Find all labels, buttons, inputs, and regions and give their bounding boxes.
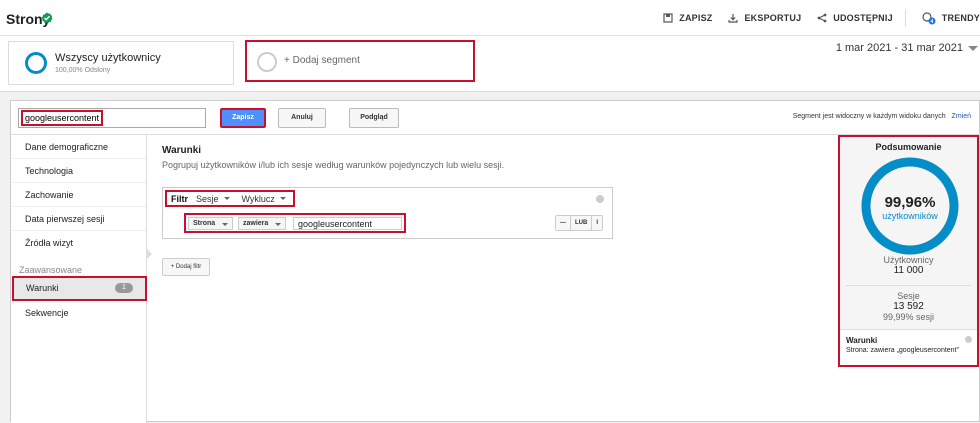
operator-value: zawiera [243, 220, 269, 227]
or-button[interactable]: LUB [571, 216, 593, 230]
summary-condition-desc: Strona: zawiera „googleusercontent” [846, 347, 959, 354]
caret-down-icon [968, 45, 978, 51]
nav-item-conditions-label: Warunki [26, 283, 59, 293]
summary-condition-title: Warunki [846, 336, 878, 345]
segment-editor: googleusercontent Zapisz Anuluj Podgląd … [10, 100, 980, 423]
condition-row: Strona zawiera googleusercontent [184, 213, 406, 233]
share-button[interactable]: UDOSTĘPNIJ [817, 13, 893, 23]
filter-header: Filtr Sesje Wyklucz [165, 190, 295, 207]
sessions-percent: 99,99% sesji [882, 312, 935, 322]
nav-item-conditions[interactable]: Warunki 1 [12, 276, 147, 301]
users-percent-donut: 99,96% użytkowników [860, 156, 960, 256]
segment-name-input[interactable]: googleusercontent [18, 108, 206, 128]
save-report-button[interactable]: ZAPISZ [663, 13, 712, 23]
share-icon [817, 13, 827, 23]
users-percent-label: użytkowników [882, 211, 938, 221]
add-segment-button[interactable]: + Dodaj segment [245, 40, 475, 82]
nav-item-first-session-date[interactable]: Data pierwszej sesji [11, 207, 146, 231]
users-percent-value: 99,96% [884, 194, 936, 211]
nav-item-demographics[interactable]: Dane demograficzne [11, 135, 146, 159]
nav-item-technology[interactable]: Technologia [11, 159, 146, 183]
operator-dropdown[interactable]: zawiera [238, 217, 286, 230]
chevron-down-icon [279, 197, 286, 200]
conditions-count-badge: 1 [115, 283, 133, 293]
top-bar: Strony ZAPISZ EKSPORTUJ UDOSTĘPNIJ 4 TRE… [0, 0, 980, 36]
dimension-dropdown[interactable]: Strona [188, 217, 233, 230]
export-label: EKSPORTUJ [744, 13, 802, 23]
advanced-section-label: Zaawansowane [19, 265, 83, 275]
editor-toolbar: googleusercontent Zapisz Anuluj Podgląd … [11, 101, 979, 135]
filter-label: Filtr [171, 193, 188, 204]
nav-item-traffic-sources[interactable]: Źródła wizyt [11, 231, 146, 255]
sessions-value: 13 592 [893, 301, 924, 312]
summary-divider [846, 285, 971, 286]
export-button[interactable]: EKSPORTUJ [728, 13, 801, 23]
users-label: Użytkownicy [883, 255, 934, 265]
add-segment-label: + Dodaj segment [284, 55, 360, 66]
and-button[interactable]: I [592, 216, 603, 230]
date-range-label: 1 mar 2021 - 31 mar 2021 [835, 42, 963, 54]
empty-segment-ring-icon [257, 52, 277, 72]
conditions-title: Warunki [162, 145, 202, 156]
date-range-picker[interactable]: 1 mar 2021 - 31 mar 2021 [836, 42, 978, 54]
svg-text:4: 4 [930, 19, 933, 25]
summary-panel: Podsumowanie 99,96% użytkowników Użytkow… [838, 135, 979, 367]
condition-operator-buttons: — LUB I [555, 215, 604, 231]
summary-title: Podsumowanie [875, 142, 942, 152]
export-icon [728, 14, 739, 23]
chevron-down-icon [275, 223, 281, 226]
cancel-button[interactable]: Anuluj [278, 108, 326, 128]
nav-item-sequences[interactable]: Sekwencje [11, 301, 146, 325]
segment-subtitle: 100,00% Odsłony [55, 67, 111, 74]
filter-box: Filtr Sesje Wyklucz Strona zawiera googl… [162, 187, 613, 239]
segment-title: Wszyscy użytkownicy [55, 52, 161, 64]
save-segment-button[interactable]: Zapisz [220, 108, 266, 128]
remove-condition-button[interactable]: — [556, 216, 571, 230]
segment-ring-icon [25, 52, 47, 74]
condition-value-input[interactable]: googleusercontent [293, 217, 402, 230]
toolbar-divider [904, 9, 906, 27]
filter-scope-dropdown[interactable]: Sesje [196, 194, 230, 204]
segment-category-nav: Dane demograficzne Technologia Zachowani… [11, 135, 147, 423]
active-pointer-icon [147, 249, 152, 259]
filter-scope-value: Sesje [196, 193, 219, 204]
save-icon [663, 13, 673, 23]
insights-label: TRENDY [941, 13, 980, 23]
change-visibility-link[interactable]: Zmień [952, 113, 971, 120]
insights-button[interactable]: 4 TRENDY [922, 11, 980, 25]
add-filter-button[interactable]: + Dodaj filtr [162, 258, 210, 276]
share-label: UDOSTĘPNIJ [833, 13, 893, 23]
preview-button[interactable]: Podgląd [349, 108, 399, 128]
remove-filter-icon[interactable] [596, 195, 604, 203]
segment-name-value: googleusercontent [21, 110, 104, 126]
insights-icon: 4 [922, 12, 936, 25]
segment-all-users[interactable]: Wszyscy użytkownicy 100,00% Odsłony [8, 41, 234, 85]
filter-mode-dropdown[interactable]: Wyklucz [242, 194, 286, 204]
chevron-down-icon [222, 223, 228, 226]
visibility-text: Segment jest widoczny w każdym widoku da… [792, 113, 946, 120]
dimension-value: Strona [193, 220, 216, 227]
nav-item-behavior[interactable]: Zachowanie [11, 183, 146, 207]
chevron-down-icon [223, 197, 230, 200]
summary-condition: Warunki Strona: zawiera „googleuserconte… [840, 329, 977, 365]
sessions-label: Sesje [897, 291, 920, 301]
users-value: 11 000 [893, 265, 924, 276]
save-report-label: ZAPISZ [679, 13, 713, 23]
filter-mode-value: Wyklucz [241, 193, 275, 204]
verified-check-icon [41, 12, 53, 24]
remove-condition-icon[interactable] [965, 336, 972, 343]
segment-bar: Wszyscy użytkownicy 100,00% Odsłony + Do… [0, 36, 980, 92]
visibility-note: Segment jest widoczny w każdym widoku da… [793, 113, 971, 120]
conditions-description: Pogrupuj użytkowników i/lub ich sesje we… [162, 160, 505, 170]
